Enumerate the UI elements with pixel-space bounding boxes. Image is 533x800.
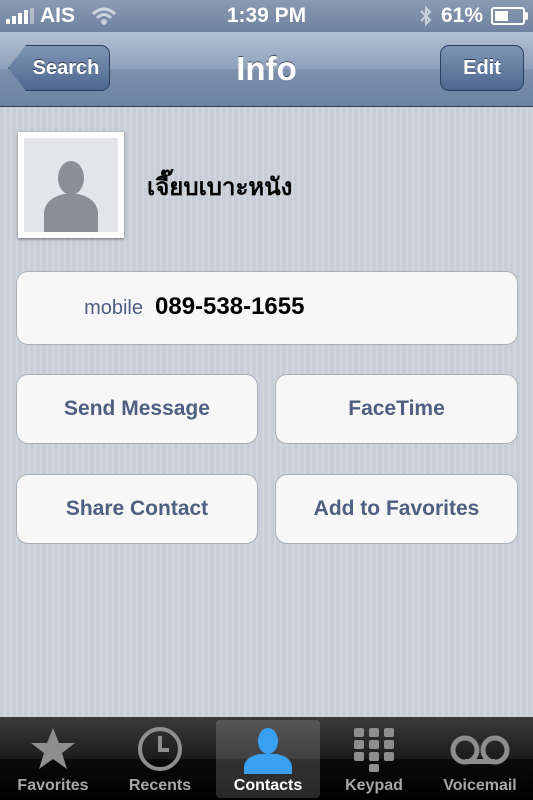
tab-label: Favorites <box>17 777 89 794</box>
send-message-button[interactable]: Send Message <box>16 374 258 444</box>
tab-label: Contacts <box>233 777 303 794</box>
status-right: 61% <box>419 4 528 28</box>
edit-button[interactable]: Edit <box>440 45 524 91</box>
contact-photo[interactable] <box>18 132 124 238</box>
clock-icon <box>138 727 182 771</box>
tab-keypad[interactable]: Keypad <box>322 720 426 798</box>
battery-fill <box>495 11 508 21</box>
tab-label: Recents <box>128 777 192 794</box>
battery-icon <box>491 7 528 25</box>
tab-label: Voicemail <box>443 777 517 794</box>
share-contact-button[interactable]: Share Contact <box>16 474 258 544</box>
tab-voicemail[interactable]: Voicemail <box>428 720 532 798</box>
bluetooth-icon <box>420 5 432 27</box>
keypad-icon <box>354 728 394 772</box>
phone-number: 089-538-1655 <box>155 293 305 320</box>
tab-label: Keypad <box>345 777 403 794</box>
voicemail-icon <box>450 735 510 765</box>
contact-name: เจี๊ยบเบาะหนัง <box>147 173 293 201</box>
tab-contacts[interactable]: Contacts <box>216 720 320 798</box>
tab-recents[interactable]: Recents <box>108 720 212 798</box>
status-bar: AIS 1:39 PM 61% <box>0 0 533 32</box>
star-icon <box>31 728 75 769</box>
tab-favorites[interactable]: Favorites <box>1 720 105 798</box>
navigation-bar: Search Info Edit <box>0 32 533 107</box>
phone-row[interactable]: mobile 089-538-1655 <box>16 271 518 345</box>
tab-bar: Favorites Recents Contacts Keypad Voicem… <box>0 717 533 800</box>
person-icon <box>244 728 292 774</box>
person-silhouette-icon <box>24 138 118 232</box>
facetime-button[interactable]: FaceTime <box>275 374 518 444</box>
phone-label: mobile <box>84 297 143 319</box>
add-to-favorites-button[interactable]: Add to Favorites <box>275 474 518 544</box>
contact-info-content: เจี๊ยบเบาะหนัง mobile 089-538-1655 Send … <box>0 107 533 717</box>
battery-percent: 61% <box>440 4 483 27</box>
